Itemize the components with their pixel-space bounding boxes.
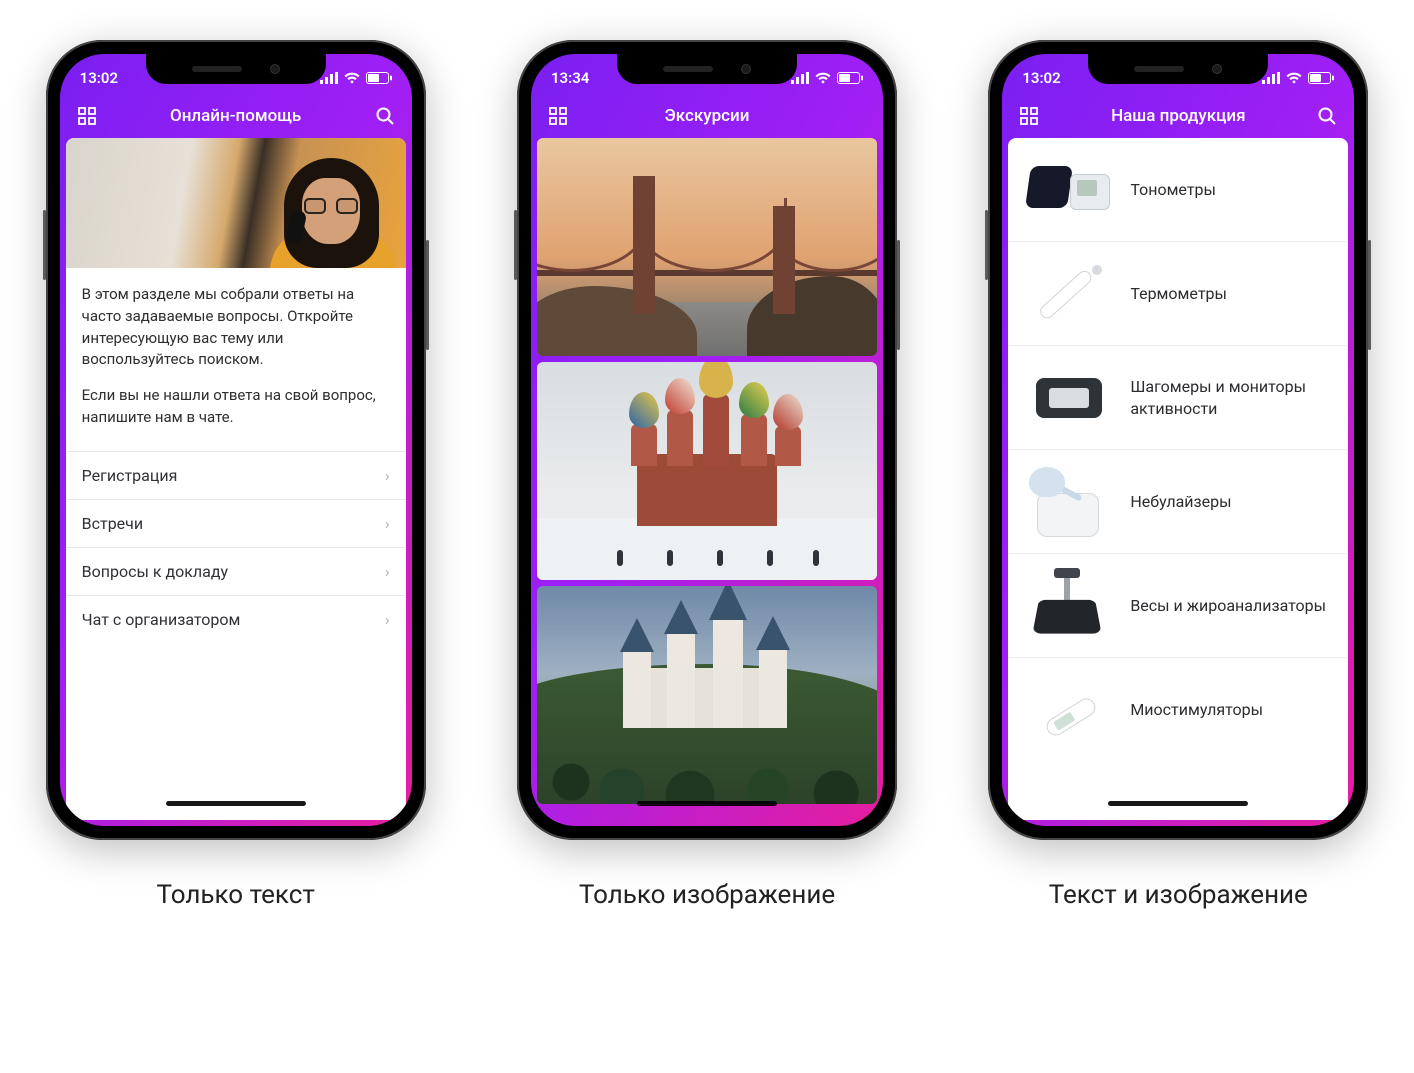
- list-item-label: Встречи: [82, 514, 143, 533]
- phone-screen-2: 13:34 Экскурсии: [531, 54, 883, 826]
- phone-frame-2: 13:34 Экскурсии: [517, 40, 897, 840]
- status-time: 13:02: [80, 69, 118, 87]
- phone-screen-1: 13:02 Онлайн-помощь: [60, 54, 412, 826]
- battery-icon: [366, 72, 392, 84]
- product-row-nebulizers[interactable]: Небулайзеры: [1008, 450, 1348, 554]
- list-item-label: Чат с организатором: [82, 610, 241, 629]
- image-tiles: [537, 138, 877, 804]
- phone-notch: [1088, 54, 1268, 84]
- nav-bar: Наша продукция: [1002, 94, 1354, 138]
- product-row-stimulators[interactable]: Миостимуляторы: [1008, 658, 1348, 762]
- phone-frame-3: 13:02 Наша продукция: [988, 40, 1368, 840]
- nav-title: Онлайн-помощь: [98, 106, 374, 126]
- battery-icon: [837, 72, 863, 84]
- wifi-icon: [1286, 72, 1302, 84]
- excursion-tile-cathedral[interactable]: [537, 362, 877, 580]
- phone-notch: [617, 54, 797, 84]
- product-label: Весы и жироанализаторы: [1130, 595, 1326, 617]
- hero-image-support-agent: [66, 138, 406, 268]
- caption-text-only: Только текст: [156, 880, 314, 910]
- nav-title: Наша продукция: [1040, 106, 1316, 126]
- search-icon[interactable]: [1316, 105, 1338, 127]
- caption-image-only: Только изображение: [579, 880, 835, 910]
- intro-paragraph-2: Если вы не нашли ответа на свой вопрос, …: [82, 385, 390, 429]
- product-thumb-blood-pressure-icon: [1026, 150, 1112, 230]
- menu-grid-icon[interactable]: [76, 105, 98, 127]
- help-topic-chat[interactable]: Чат с организатором ›: [66, 595, 406, 643]
- intro-text: В этом разделе мы собрали ответы на част…: [66, 268, 406, 451]
- phone-notch: [146, 54, 326, 84]
- product-row-pedometers[interactable]: Шагомеры и мониторы активности: [1008, 346, 1348, 450]
- status-icons: [1262, 72, 1334, 84]
- product-row-thermometers[interactable]: Термометры: [1008, 242, 1348, 346]
- status-icons: [320, 72, 392, 84]
- product-label: Шагомеры и мониторы активности: [1130, 376, 1330, 419]
- product-label: Термометры: [1130, 283, 1227, 305]
- product-thumb-nebulizer-icon: [1026, 462, 1112, 542]
- product-row-scales[interactable]: Весы и жироанализаторы: [1008, 554, 1348, 658]
- chevron-right-icon: ›: [385, 466, 390, 485]
- content-area[interactable]: В этом разделе мы собрали ответы на част…: [66, 138, 406, 820]
- phones-row: 13:02 Онлайн-помощь: [20, 40, 1394, 910]
- content-area[interactable]: [537, 138, 877, 820]
- chevron-right-icon: ›: [385, 562, 390, 581]
- menu-grid-icon[interactable]: [1018, 105, 1040, 127]
- chevron-right-icon: ›: [385, 610, 390, 629]
- wifi-icon: [815, 72, 831, 84]
- nav-bar: Онлайн-помощь: [60, 94, 412, 138]
- chevron-right-icon: ›: [385, 514, 390, 533]
- home-indicator[interactable]: [637, 801, 777, 806]
- status-time: 13:34: [551, 69, 589, 87]
- wifi-icon: [344, 72, 360, 84]
- excursion-tile-bridge[interactable]: [537, 138, 877, 356]
- home-indicator[interactable]: [1108, 801, 1248, 806]
- search-icon[interactable]: [374, 105, 396, 127]
- nav-title: Экскурсии: [569, 106, 845, 126]
- product-row-tonometers[interactable]: Тонометры: [1008, 138, 1348, 242]
- status-icons: [791, 72, 863, 84]
- nav-bar: Экскурсии: [531, 94, 883, 138]
- caption-text-and-image: Текст и изображение: [1049, 880, 1308, 910]
- product-label: Миостимуляторы: [1130, 699, 1263, 721]
- list-item-label: Регистрация: [82, 466, 178, 485]
- column-text-only: 13:02 Онлайн-помощь: [46, 40, 426, 910]
- phone-screen-3: 13:02 Наша продукция: [1002, 54, 1354, 826]
- content-area[interactable]: Тонометры Термометры Шагомеры и мониторы…: [1008, 138, 1348, 820]
- product-thumb-scale-icon: [1026, 566, 1112, 646]
- list-item-label: Вопросы к докладу: [82, 562, 228, 581]
- product-thumb-stimulator-icon: [1026, 670, 1112, 750]
- phone-frame-1: 13:02 Онлайн-помощь: [46, 40, 426, 840]
- product-label: Небулайзеры: [1130, 491, 1231, 513]
- nav-spacer: [845, 105, 867, 127]
- product-thumb-thermometer-icon: [1026, 254, 1112, 334]
- help-topic-questions[interactable]: Вопросы к докладу ›: [66, 547, 406, 595]
- home-indicator[interactable]: [166, 801, 306, 806]
- help-topic-meetings[interactable]: Встречи ›: [66, 499, 406, 547]
- excursion-tile-castle[interactable]: [537, 586, 877, 804]
- column-text-and-image: 13:02 Наша продукция: [988, 40, 1368, 910]
- battery-icon: [1308, 72, 1334, 84]
- intro-paragraph-1: В этом разделе мы собрали ответы на част…: [82, 284, 390, 371]
- product-label: Тонометры: [1130, 179, 1216, 201]
- help-topic-registration[interactable]: Регистрация ›: [66, 451, 406, 499]
- column-image-only: 13:34 Экскурсии: [517, 40, 897, 910]
- support-agent-illustration: [256, 138, 406, 268]
- status-time: 13:02: [1022, 69, 1060, 87]
- menu-grid-icon[interactable]: [547, 105, 569, 127]
- product-thumb-pedometer-icon: [1026, 358, 1112, 438]
